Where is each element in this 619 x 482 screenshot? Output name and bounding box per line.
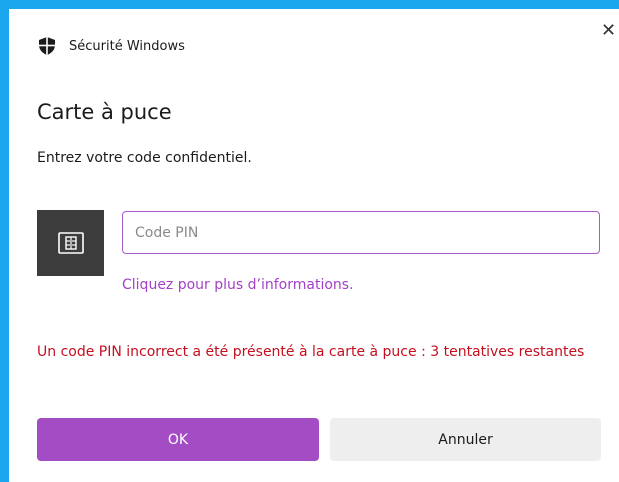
shield-icon	[39, 37, 55, 55]
pin-input[interactable]	[122, 211, 600, 254]
close-icon[interactable]: ✕	[601, 22, 616, 40]
smart-card-glyph	[57, 232, 84, 254]
dialog-title: Carte à puce	[37, 100, 172, 124]
more-info-link[interactable]: Cliquez pour plus d’informations.	[122, 277, 354, 293]
error-message: Un code PIN incorrect a été présenté à l…	[37, 344, 585, 360]
dialog-subtitle: Entrez votre code confidentiel.	[37, 150, 252, 166]
smart-card-icon	[37, 210, 104, 276]
dialog-header: Sécurité Windows	[37, 36, 185, 56]
cancel-button[interactable]: Annuler	[330, 418, 601, 461]
app-title: Sécurité Windows	[69, 38, 185, 54]
ok-button[interactable]: OK	[37, 418, 319, 461]
